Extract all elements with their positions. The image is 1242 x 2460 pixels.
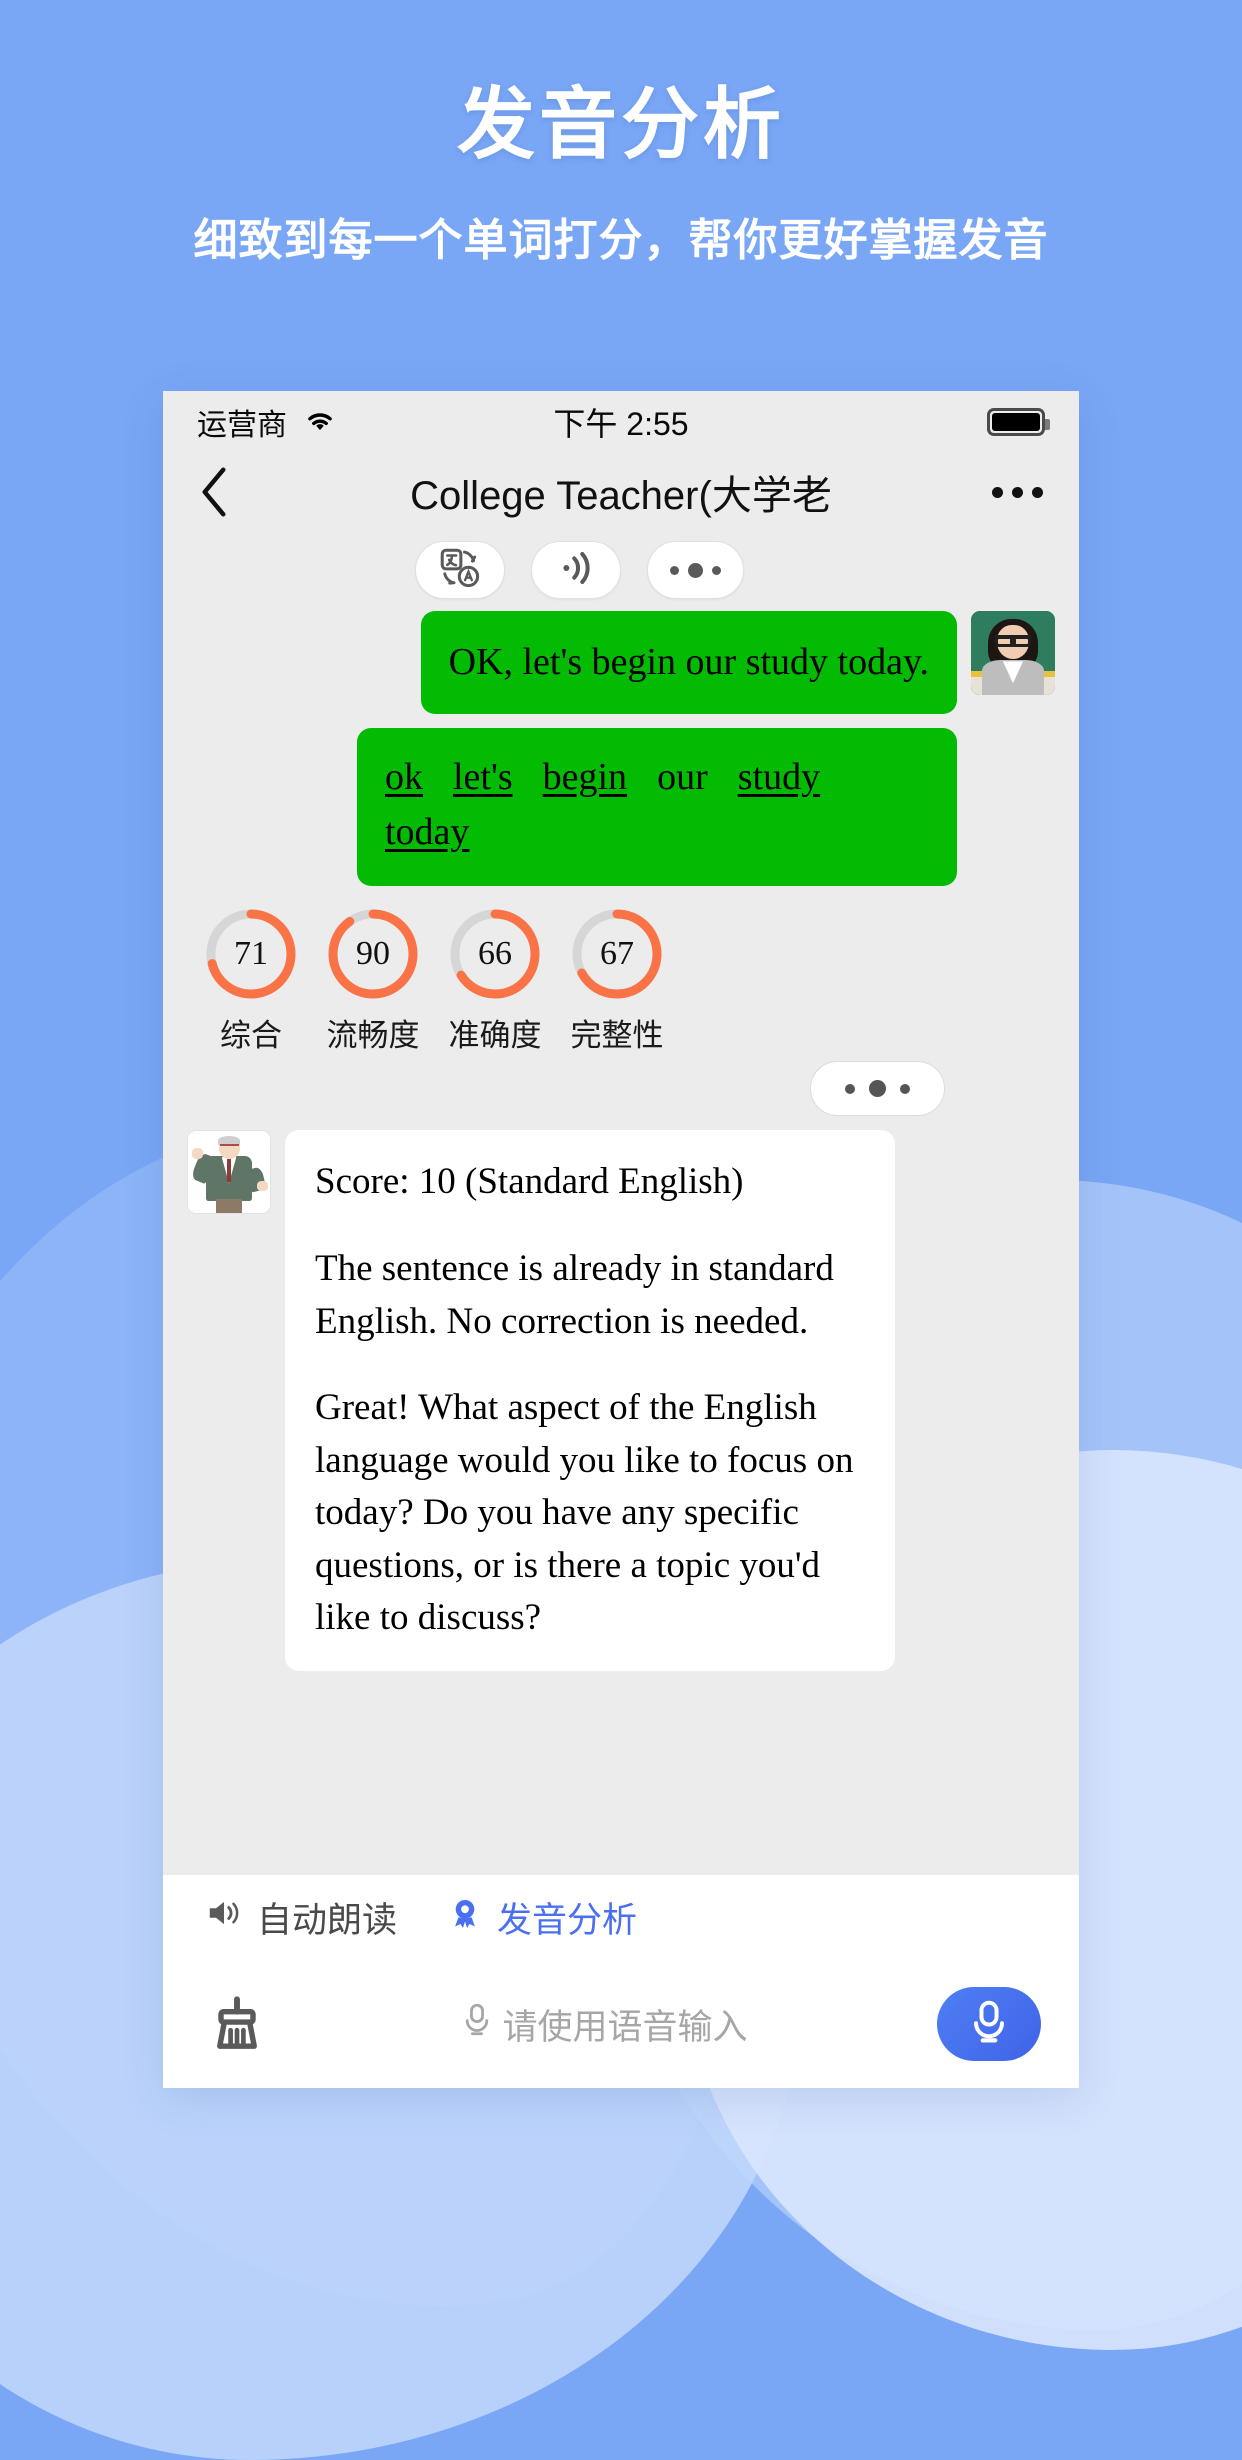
page-subtitle: 细致到每一个单词打分，帮你更好掌握发音: [193, 215, 1049, 265]
bot-message-line: The sentence is already in standard Engl…: [315, 1248, 834, 1342]
score-label: 准确度: [448, 1018, 542, 1054]
auto-read-toggle[interactable]: 自动朗读: [205, 1892, 397, 1943]
score-label: 完整性: [570, 1018, 664, 1054]
translate-pill[interactable]: [415, 541, 505, 599]
score-item: 71 综合: [201, 906, 301, 1055]
voice-input-placeholder: 请使用语音输入: [502, 2007, 748, 2047]
score-ring: 90: [325, 906, 421, 1002]
typing-dots: [810, 1061, 945, 1117]
scored-words-bubble[interactable]: ok let's begin our study today: [357, 728, 957, 887]
status-bar: 运营商 下午 2:55: [163, 391, 1079, 453]
score-label: 综合: [220, 1018, 282, 1054]
chat-messages: OK, let's begin our study today. ok let's…: [163, 611, 1079, 1874]
scored-word[interactable]: our: [657, 750, 708, 805]
teacher-photo-avatar: [971, 611, 1055, 695]
status-time: 下午 2:55: [553, 406, 689, 442]
score-value: 71: [234, 935, 268, 973]
scored-word[interactable]: today: [385, 805, 469, 860]
more-horizontal-icon[interactable]: [992, 486, 1043, 498]
chat-toolbar: 自动朗读 发音分析: [163, 1874, 1079, 1960]
avatar[interactable]: [187, 1130, 271, 1215]
avatar[interactable]: [971, 611, 1055, 695]
scored-word[interactable]: study: [738, 750, 820, 805]
score-value: 66: [478, 935, 512, 973]
score-ring: 66: [447, 906, 543, 1002]
scored-word[interactable]: ok: [385, 750, 423, 805]
pronunciation-analysis-toggle[interactable]: 发音分析: [447, 1892, 637, 1943]
more-pill[interactable]: [647, 541, 744, 599]
translate-icon: [438, 546, 482, 595]
message-row-bot: Score: 10 (Standard English) The sentenc…: [187, 1130, 1055, 1671]
scored-word[interactable]: let's: [453, 750, 513, 805]
message-row-words: ok let's begin our study today: [187, 728, 1055, 887]
conversation-title: College Teacher(大学老: [410, 474, 832, 518]
more-dots-icon: [670, 562, 721, 578]
bot-message-line: Great! What aspect of the English langua…: [315, 1387, 854, 1639]
speaker-wave-icon: [555, 547, 597, 594]
message-row-user: OK, let's begin our study today.: [187, 611, 1055, 715]
page-title: 发音分析: [456, 80, 785, 168]
teacher-illustration-avatar: [188, 1131, 270, 1214]
status-right: [987, 408, 1050, 436]
back-button[interactable]: [199, 466, 249, 518]
score-label: 流畅度: [326, 1018, 420, 1054]
mic-record-button[interactable]: [937, 1987, 1041, 2061]
promo-header: 发音分析 细致到每一个单词打分，帮你更好掌握发音: [0, 0, 1242, 268]
score-value: 90: [356, 935, 390, 973]
score-item: 67 完整性: [567, 906, 667, 1055]
broom-icon[interactable]: [201, 1992, 273, 2056]
score-ring: 71: [203, 906, 299, 1002]
score-item: 66 准确度: [445, 906, 545, 1055]
scored-word[interactable]: begin: [543, 750, 627, 805]
microphone-icon: [462, 2002, 492, 2047]
score-item: 90 流畅度: [323, 906, 423, 1055]
read-aloud-pill[interactable]: [531, 541, 621, 599]
pronunciation-analysis-label: 发音分析: [497, 1901, 638, 1940]
microphone-icon: [969, 1999, 1009, 2050]
user-message-bubble[interactable]: OK, let's begin our study today.: [420, 611, 957, 715]
bot-message-line: Score: 10 (Standard English): [315, 1161, 744, 1203]
score-value: 67: [600, 935, 634, 973]
quick-actions-row: [163, 531, 1079, 611]
auto-read-label: 自动朗读: [257, 1901, 398, 1940]
score-ring: 67: [569, 906, 665, 1002]
message-row-typing: [187, 1061, 1055, 1117]
message-input-bar: 请使用语音输入: [163, 1960, 1079, 2088]
scored-words-list: ok let's begin our study today: [385, 750, 929, 860]
score-rings-row: 71 综合 90 流畅度 66 准确度 67 完整性: [187, 900, 1055, 1061]
nav-bar: College Teacher(大学老: [163, 453, 1079, 531]
speaker-icon: [205, 1897, 243, 1938]
badge-icon: [447, 1895, 483, 1940]
battery-full-icon: [987, 408, 1050, 436]
voice-input-field[interactable]: 请使用语音输入: [297, 1999, 913, 2050]
phone-screen: 运营商 下午 2:55 College Teacher(大学老 OK, let'…: [163, 391, 1079, 2088]
bot-message-bubble[interactable]: Score: 10 (Standard English) The sentenc…: [285, 1130, 895, 1671]
